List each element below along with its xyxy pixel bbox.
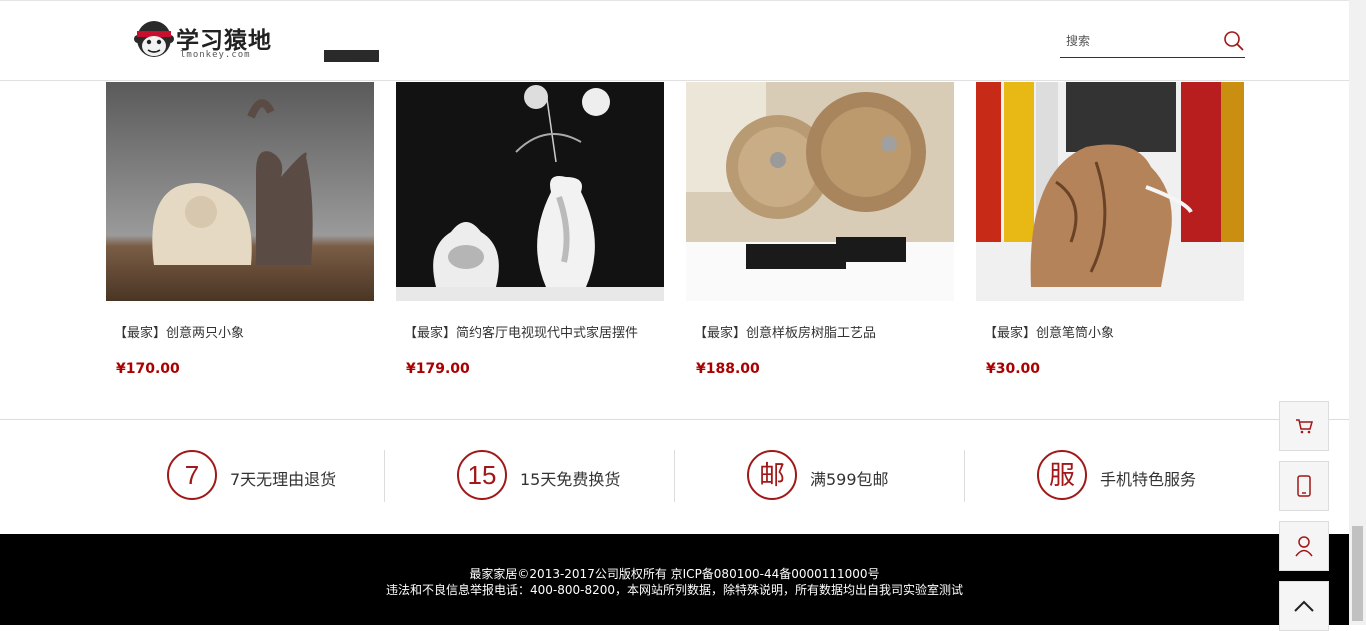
service-icon: 服 bbox=[1037, 450, 1087, 500]
product-card[interactable]: 【最家】简约客厅电视现代中式家居摆件 ¥179.00 bbox=[396, 82, 664, 377]
service-label: 满599包邮 bbox=[810, 470, 889, 489]
search-input[interactable] bbox=[1064, 33, 1218, 49]
arrow-up-icon bbox=[1294, 600, 1314, 612]
footer-copyright: 最家家居©2013-2017公司版权所有 京ICP备080100-44备0000… bbox=[469, 567, 880, 581]
product-price: ¥170.00 bbox=[116, 361, 180, 377]
product-price: ¥179.00 bbox=[406, 361, 470, 377]
product-name[interactable]: 【最家】创意样板房树脂工艺品 bbox=[694, 322, 876, 341]
service-separator bbox=[964, 450, 965, 502]
service-separator bbox=[674, 450, 675, 502]
fifteen-days-icon: 15 bbox=[457, 450, 507, 500]
scrollbar-thumb[interactable] bbox=[1352, 526, 1363, 621]
service-separator bbox=[384, 450, 385, 502]
side-cart-button[interactable] bbox=[1279, 401, 1329, 451]
section-divider bbox=[0, 419, 1349, 420]
search-box bbox=[1060, 27, 1245, 58]
product-name[interactable]: 【最家】简约客厅电视现代中式家居摆件 bbox=[404, 322, 638, 341]
product-card[interactable]: 【最家】创意两只小象 ¥170.00 bbox=[106, 82, 374, 377]
side-user-button[interactable] bbox=[1279, 521, 1329, 571]
product-card[interactable]: 【最家】创意样板房树脂工艺品 ¥188.00 bbox=[686, 82, 954, 377]
seven-days-icon: 7 bbox=[167, 450, 217, 500]
monkey-logo-icon bbox=[134, 21, 174, 57]
service-label: 15天免费换货 bbox=[520, 470, 621, 489]
search-icon[interactable] bbox=[1223, 30, 1245, 52]
logo-url: lmonkey.com bbox=[180, 50, 251, 60]
shipping-icon: 邮 bbox=[747, 450, 797, 500]
back-to-top-button[interactable] bbox=[1279, 581, 1329, 631]
site-header: 学习猿地 lmonkey.com 最新最棒 bbox=[0, 0, 1349, 81]
page-scrollbar[interactable] bbox=[1349, 0, 1366, 625]
nav-menu-garbled[interactable]: 最新最棒 bbox=[324, 50, 379, 62]
service-label: 手机特色服务 bbox=[1100, 470, 1197, 489]
user-icon bbox=[1295, 536, 1313, 557]
cart-icon bbox=[1296, 419, 1313, 434]
footer-report-line: 违法和不良信息举报电话：400-800-8200，本网站所列数据，除特殊说明，所… bbox=[385, 583, 963, 597]
product-card[interactable]: 【最家】创意笔筒小象 ¥30.00 bbox=[976, 82, 1244, 377]
product-price: ¥30.00 bbox=[986, 361, 1041, 377]
service-label: 7天无理由退货 bbox=[230, 470, 337, 489]
product-name[interactable]: 【最家】创意笔筒小象 bbox=[984, 322, 1114, 341]
site-logo[interactable]: 学习猿地 lmonkey.com bbox=[134, 19, 276, 63]
product-image-elephants[interactable] bbox=[106, 82, 374, 301]
product-price: ¥188.00 bbox=[696, 361, 760, 377]
product-name[interactable]: 【最家】创意两只小象 bbox=[114, 322, 244, 341]
side-mobile-button[interactable] bbox=[1279, 461, 1329, 511]
site-footer: 最家家居©2013-2017公司版权所有 京ICP备080100-44备0000… bbox=[0, 534, 1349, 625]
product-image-vases[interactable] bbox=[396, 82, 664, 301]
phone-icon bbox=[1297, 475, 1311, 497]
product-image-discs[interactable] bbox=[686, 82, 954, 301]
product-image-pen-holder[interactable] bbox=[976, 82, 1244, 301]
